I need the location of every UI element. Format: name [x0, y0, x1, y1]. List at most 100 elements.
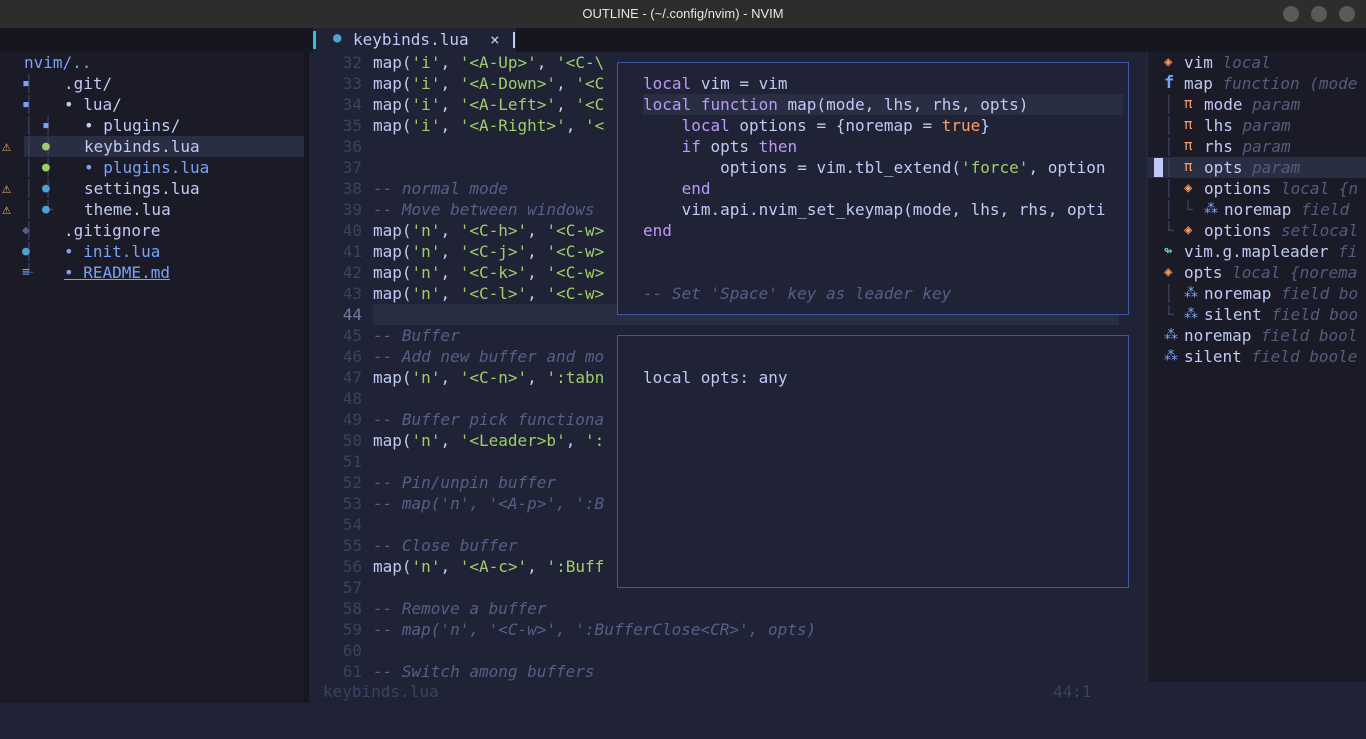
line-number: 47: [342, 368, 362, 387]
outline-guide: │: [1164, 158, 1174, 177]
tree-item[interactable]: │ ▪ .git/: [0, 73, 304, 94]
outline-item[interactable]: │ ⁂ noremap field bo: [1148, 283, 1366, 304]
outline-item-name: opts: [1204, 158, 1243, 177]
outline-item[interactable]: └ ⁂ silent field boo: [1148, 304, 1366, 325]
line-number: 56: [342, 557, 362, 576]
tree-item-label: • lua/: [64, 95, 122, 114]
close-window-button[interactable]: [1339, 6, 1355, 22]
line-code: map('n', '<C-k>', '<C-w>: [373, 263, 605, 282]
preview-line: local vim = vim: [618, 73, 1128, 94]
minimize-button[interactable]: [1283, 6, 1299, 22]
tree-item[interactable]: └ ≡ • README.md: [0, 262, 304, 283]
tree-root[interactable]: nvim/..: [0, 52, 304, 73]
outline-item-name: silent: [1204, 305, 1262, 324]
line-number: 60: [342, 641, 362, 660]
variable-icon: ◈: [1164, 54, 1173, 70]
outline-item[interactable]: ⁂ silent field boole: [1148, 346, 1366, 367]
tree-item-selected[interactable]: ⚠ │ │ ● keybinds.lua: [2, 136, 304, 157]
outline-item[interactable]: f map function (mode: [1148, 73, 1366, 94]
line-number: 40: [342, 221, 362, 240]
tree-item-label: • init.lua: [64, 242, 161, 261]
outline-item-detail: param: [1252, 158, 1301, 177]
warning-icon: ⚠: [2, 200, 12, 218]
preview-line-text: local vim = vim: [643, 74, 788, 93]
outline-item-name: lhs: [1204, 116, 1233, 135]
preview-line: options = vim.tbl_extend('force', option: [618, 157, 1128, 178]
tree-item[interactable]: │ ● • init.lua: [0, 241, 304, 262]
outline-item[interactable]: └ ◈ options setlocal: [1148, 220, 1366, 241]
line-code: map('n', '<C-n>', ':tabn: [373, 368, 605, 387]
outline-guide: │ └: [1164, 200, 1193, 219]
line-number: 36: [342, 137, 362, 156]
outline-item[interactable]: │ π rhs param: [1148, 136, 1366, 157]
line-code: -- map('n', '<A-p>', ':B: [373, 494, 605, 513]
parameter-icon: π: [1184, 159, 1193, 175]
preview-line: vim.api.nvim_set_keymap(mode, lhs, rhs, …: [618, 199, 1128, 220]
outline-guide: │: [1164, 137, 1174, 156]
outline-item[interactable]: ◈ vim local: [1148, 52, 1366, 73]
outline-item[interactable]: │ π opts param: [1148, 157, 1366, 178]
preview-line: [618, 241, 1128, 262]
code-line[interactable]: 60: [309, 640, 1119, 661]
line-number: 46: [342, 347, 362, 366]
preview-line: if opts then: [618, 136, 1128, 157]
code-line[interactable]: 59 -- map('n', '<C-w>', ':BufferClose<CR>…: [309, 619, 1119, 640]
lua-file-icon: ●: [42, 160, 50, 175]
line-code: -- Pin/unpin buffer: [373, 473, 557, 492]
file-tree-footer: [0, 682, 304, 703]
tree-item-label: • plugins/: [84, 116, 181, 135]
tree-item[interactable]: │ ▪ • lua/: [0, 94, 304, 115]
tree-item[interactable]: │ │ ● • plugins.lua: [0, 157, 304, 178]
line-number: 33: [342, 74, 362, 93]
line-number: 39: [342, 200, 362, 219]
field-icon: ⁂: [1204, 201, 1218, 217]
tree-item-label: • README.md: [64, 263, 170, 282]
outline-item-name: silent: [1184, 347, 1242, 366]
tree-item[interactable]: ⚠ │ └ ● theme.lua: [0, 199, 304, 220]
tab-keybinds-lua[interactable]: ● keybinds.lua ×: [313, 28, 516, 52]
lua-file-icon: ●: [22, 244, 30, 259]
outline-item[interactable]: │ ◈ options local {n: [1148, 178, 1366, 199]
outline-item[interactable]: │ π mode param: [1148, 94, 1366, 115]
folder-icon: ▪: [22, 76, 30, 91]
lua-file-icon: ●: [333, 30, 342, 46]
outline-item-name: map: [1184, 74, 1213, 93]
line-number: 48: [342, 389, 362, 408]
outline-item-detail: param: [1242, 137, 1291, 156]
status-cursor-position: 44:1: [1053, 682, 1092, 701]
outline-item-name: noremap: [1204, 284, 1272, 303]
tree-item-label: .git/: [64, 74, 113, 93]
field-icon: ⁂: [1184, 285, 1198, 301]
line-number: 49: [342, 410, 362, 429]
outline-item[interactable]: ↬ vim.g.mapleader fi: [1148, 241, 1366, 262]
parameter-icon: π: [1184, 138, 1193, 154]
command-line[interactable]: [0, 703, 1366, 730]
code-line[interactable]: 58 -- Remove a buffer: [309, 598, 1119, 619]
outline-item[interactable]: │ π lhs param: [1148, 115, 1366, 136]
line-number: 34: [342, 95, 362, 114]
line-code: map('n', '<C-j>', '<C-w>: [373, 242, 605, 261]
outline-guide: │: [1164, 116, 1174, 135]
tab-close-icon[interactable]: ×: [490, 30, 500, 49]
symbols-outline: ◈ vim local f map function (mode │ π mode param │ π…: [1147, 52, 1366, 682]
outline-item[interactable]: ⁂ noremap field bool: [1148, 325, 1366, 346]
outline-item-name: vim.g.mapleader: [1184, 242, 1329, 261]
tree-item[interactable]: │ ◆ .gitignore: [0, 220, 304, 241]
line-code: -- Remove a buffer: [373, 599, 547, 618]
outline-item-name: options: [1204, 221, 1272, 240]
tree-item[interactable]: │ │ ▪ • plugins/: [0, 115, 304, 136]
tree-item[interactable]: ⚠ │ │ ● settings.lua: [0, 178, 304, 199]
property-icon: ↬: [1164, 243, 1173, 259]
maximize-button[interactable]: [1311, 6, 1327, 22]
line-number: 61: [342, 662, 362, 681]
code-line[interactable]: 61 -- Switch among buffers: [309, 661, 1119, 682]
line-number: 43: [342, 284, 362, 303]
field-icon: ⁂: [1164, 327, 1178, 343]
outline-item[interactable]: │ └ ⁂ noremap field: [1148, 199, 1366, 220]
outline-guide: │: [1164, 95, 1174, 114]
lua-file-icon: ●: [42, 139, 50, 154]
line-number: 51: [342, 452, 362, 471]
preview-line-text: local options = {noremap = true}: [681, 116, 990, 135]
outline-item[interactable]: ◈ opts local {norema: [1148, 262, 1366, 283]
line-code: -- Add new buffer and mo: [373, 347, 605, 366]
